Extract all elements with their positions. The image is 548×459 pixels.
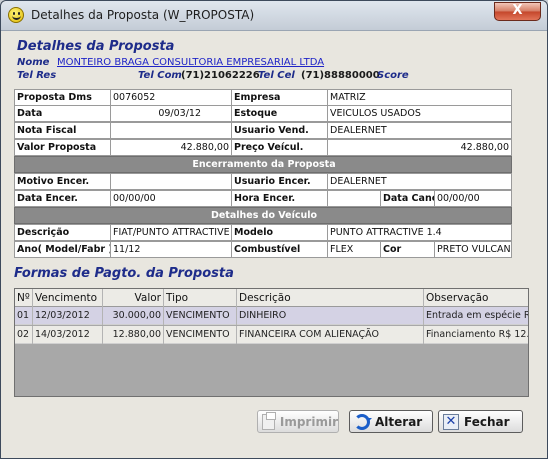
data-encer-label: Data Encer. [14, 190, 111, 207]
cell-vencimento: 12/03/2012 [33, 307, 103, 325]
table-row[interactable]: 01 12/03/2012 30.000,00 VENCIMENTO DINHE… [15, 307, 529, 325]
ano-value: 11/12 [110, 241, 232, 258]
usuario-vend-value: DEALERNET [327, 122, 512, 139]
col-header-valor[interactable]: Valor [103, 289, 164, 307]
tel-cel-value: (71)88880000 [301, 70, 380, 81]
alterar-button-label: Alterar [375, 414, 423, 429]
cell-vencimento: 14/03/2012 [33, 326, 103, 344]
empresa-label: Empresa [231, 89, 328, 106]
preco-veiculo-label: Preço Veícul. [231, 139, 328, 156]
col-header-tipo[interactable]: Tipo [164, 289, 237, 307]
cor-value: PRETO VULCANO [434, 241, 512, 258]
cell-valor: 30.000,00 [103, 307, 164, 325]
client-name-link[interactable]: MONTEIRO BRAGA CONSULTORIA EMPRESARIAL L… [57, 57, 324, 68]
payment-section-title: Formas de Pagto. da Proposta [14, 266, 234, 281]
hora-encer-label: Hora Encer. [231, 190, 328, 207]
tel-com-value: (71)21062226 [181, 70, 260, 81]
empresa-value: MATRIZ [327, 89, 512, 106]
fechar-button[interactable]: ✕ Fechar [438, 410, 523, 433]
cell-valor: 12.880,00 [103, 326, 164, 344]
title-bar[interactable]: Detalhes da Proposta (W_PROPOSTA) X [1, 1, 547, 31]
fechar-button-label: Fechar [464, 414, 510, 429]
col-header-observacao[interactable]: Observação [424, 289, 528, 307]
encerramento-section-header: Encerramento da Proposta [14, 156, 512, 173]
motivo-encer-label: Motivo Encer. [14, 173, 111, 190]
combustivel-value: FLEX [327, 241, 381, 258]
cell-tipo: VENCIMENTO [164, 307, 237, 325]
proposta-dms-value: 0076052 [110, 89, 232, 106]
cell-descricao: FINANCEIRA COM ALIENAÇÃO [237, 326, 424, 344]
table-header-row: Nº Vencimento Valor Tipo Descrição Obser… [15, 289, 528, 307]
modelo-label: Modelo [231, 224, 328, 241]
tel-res-label: Tel Res [17, 70, 57, 81]
valor-proposta-label: Valor Proposta [14, 139, 111, 156]
print-button[interactable]: Imprimir [257, 410, 339, 433]
data-canc-label: Data Canc. [380, 190, 435, 207]
window-title: Detalhes da Proposta (W_PROPOSTA) [31, 8, 255, 22]
cell-observacao: Entrada em espécie R [426, 310, 529, 321]
cor-label: Cor [380, 241, 435, 258]
print-button-label: Imprimir [279, 414, 338, 429]
close-x-icon: ✕ [443, 413, 459, 430]
smiley-app-icon [8, 7, 24, 23]
descricao-value: FIAT/PUNTO ATTRACTIVE [110, 224, 232, 241]
modelo-value: PUNTO ATTRACTIVE 1.4 [327, 224, 512, 241]
motivo-encer-value [110, 173, 232, 190]
estoque-label: Estoque [231, 105, 328, 122]
cell-numero: 02 [15, 326, 33, 344]
proposta-dms-label: Proposta Dms [14, 89, 111, 106]
nome-label: Nome [17, 57, 50, 68]
tel-com-label: Tel Com [138, 70, 182, 81]
cell-descricao: DINHEIRO [237, 307, 424, 325]
refresh-icon [354, 413, 372, 430]
score-label: Score [377, 70, 409, 81]
ano-label: Ano( Model/Fabr ) [14, 241, 111, 258]
usuario-vend-label: Usuario Vend. [231, 122, 328, 139]
usuario-encer-label: Usuario Encer. [231, 173, 328, 190]
col-header-numero[interactable]: Nº [15, 289, 33, 307]
veiculo-section-header: Detalhes do Veículo [14, 207, 512, 224]
close-window-button[interactable]: X [494, 2, 541, 21]
cell-observacao: Financiamento R$ 12. [426, 329, 529, 340]
client-area: Detalhes da Proposta Nome MONTEIRO BRAGA… [8, 32, 541, 452]
col-header-descricao[interactable]: Descrição [237, 289, 424, 307]
cell-numero: 01 [15, 307, 33, 325]
preco-veiculo-value: 42.880,00 [327, 139, 512, 156]
page-title: Detalhes da Proposta [17, 39, 175, 54]
data-label: Data [14, 105, 111, 122]
alterar-button[interactable]: Alterar [349, 410, 433, 433]
estoque-value: VEICULOS USADOS [327, 105, 512, 122]
printer-icon [262, 411, 276, 430]
tel-cel-label: Tel Cel [258, 70, 295, 81]
usuario-encer-value: DEALERNET [327, 173, 512, 190]
data-value: 09/03/12 [110, 105, 232, 122]
cell-tipo: VENCIMENTO [164, 326, 237, 344]
proposal-window: Detalhes da Proposta (W_PROPOSTA) X Deta… [0, 0, 548, 459]
valor-proposta-value: 42.880,00 [110, 139, 232, 156]
nota-fiscal-value [110, 122, 232, 139]
data-canc-value: 00/00/00 [434, 190, 512, 207]
table-row[interactable]: 02 14/03/2012 12.880,00 VENCIMENTO FINAN… [15, 326, 529, 344]
nota-fiscal-label: Nota Fiscal [14, 122, 111, 139]
payment-table[interactable]: Nº Vencimento Valor Tipo Descrição Obser… [14, 288, 529, 397]
combustivel-label: Combustível [231, 241, 328, 258]
col-header-vencimento[interactable]: Vencimento [33, 289, 103, 307]
hora-encer-value [327, 190, 381, 207]
descricao-label: Descrição [14, 224, 111, 241]
data-encer-value: 00/00/00 [110, 190, 232, 207]
